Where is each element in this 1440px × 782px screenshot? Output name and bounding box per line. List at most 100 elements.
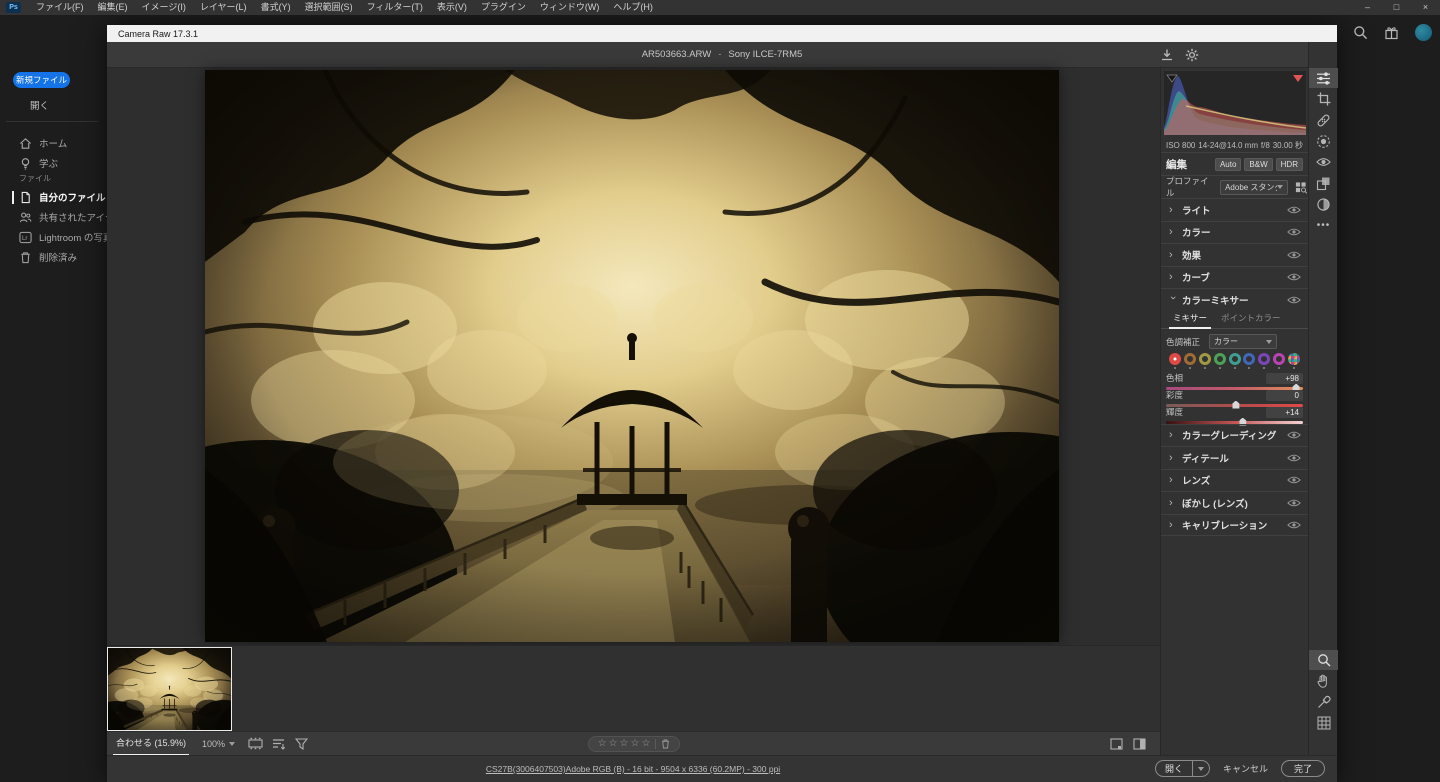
panel-section-lens[interactable]: › レンズ: [1161, 469, 1308, 492]
menu-select[interactable]: 選択範囲(S): [298, 0, 360, 15]
star-icon[interactable]: ☆: [641, 737, 650, 751]
profile-browser-icon[interactable]: [1295, 181, 1308, 194]
menu-filter[interactable]: フィルター(T): [360, 0, 430, 15]
tool-masking[interactable]: [1309, 131, 1338, 151]
visibility-eye-icon[interactable]: [1287, 498, 1301, 507]
cancel-button[interactable]: キャンセル: [1223, 762, 1268, 775]
preview-mode-icon[interactable]: [1110, 738, 1123, 750]
panel-section-light[interactable]: › ライト: [1161, 198, 1308, 221]
tool-more-options[interactable]: •••: [1309, 215, 1338, 235]
tool-snapshots[interactable]: [1309, 194, 1338, 214]
star-icon[interactable]: ☆: [609, 737, 618, 751]
mixer-swatch-magenta[interactable]: [1273, 353, 1285, 365]
visibility-eye-icon[interactable]: [1287, 520, 1301, 529]
saturation-value[interactable]: 0: [1266, 390, 1303, 401]
sidebar-item-shared[interactable]: 共有されたアイテム: [0, 207, 106, 227]
window-maximize-button[interactable]: □: [1382, 0, 1411, 15]
sidebar-item-my-files[interactable]: 自分のファイル: [0, 187, 106, 207]
sort-order-icon[interactable]: [272, 738, 286, 750]
menu-file[interactable]: ファイル(F): [29, 0, 91, 15]
workflow-settings-link[interactable]: CS27B(3006407503)Adobe RGB (B) - 16 bit …: [486, 764, 780, 774]
hdr-button[interactable]: HDR: [1276, 158, 1303, 171]
menu-type[interactable]: 書式(Y): [254, 0, 298, 15]
mixer-swatch-blue[interactable]: [1243, 353, 1255, 365]
done-button[interactable]: 完了: [1281, 760, 1325, 777]
tool-zoom[interactable]: [1309, 650, 1338, 670]
star-icon[interactable]: ☆: [598, 737, 607, 751]
visibility-eye-icon[interactable]: [1287, 295, 1301, 304]
photo-canvas[interactable]: [205, 70, 1059, 642]
search-icon[interactable]: [1353, 25, 1368, 40]
visibility-eye-icon[interactable]: [1287, 273, 1301, 282]
user-avatar[interactable]: [1415, 24, 1432, 41]
filter-icon[interactable]: [295, 738, 308, 750]
window-minimize-button[interactable]: –: [1353, 0, 1382, 15]
menu-plugins[interactable]: プラグイン: [474, 0, 533, 15]
new-file-button[interactable]: 新規ファイル: [13, 72, 70, 88]
mixer-swatch-aqua[interactable]: [1229, 353, 1241, 365]
tool-hand[interactable]: [1309, 671, 1338, 691]
sidebar-item-deleted[interactable]: 削除済み: [0, 247, 106, 267]
sidebar-item-learn[interactable]: 学ぶ: [0, 153, 106, 173]
star-icon[interactable]: ☆: [620, 737, 629, 751]
filmstrip-thumbnail-selected[interactable]: [107, 647, 232, 731]
zoom-level-dropdown[interactable]: 100%: [199, 739, 238, 749]
filmstrip-toggle-icon[interactable]: [248, 737, 263, 750]
visibility-eye-icon[interactable]: [1287, 228, 1301, 237]
panel-section-detail[interactable]: › ディテール: [1161, 446, 1308, 469]
fit-zoom-button[interactable]: 合わせる (15.9%): [113, 732, 189, 756]
before-after-view-icon[interactable]: [1133, 738, 1146, 750]
mixer-swatch-point-color[interactable]: [1288, 353, 1300, 365]
menu-image[interactable]: イメージ(I): [135, 0, 193, 15]
tab-mixer[interactable]: ミキサー: [1173, 312, 1207, 328]
menu-view[interactable]: 表示(V): [430, 0, 474, 15]
mixer-swatch-orange[interactable]: [1184, 353, 1196, 365]
visibility-eye-icon[interactable]: [1287, 453, 1301, 462]
histogram[interactable]: [1161, 68, 1308, 138]
tool-presets[interactable]: [1309, 173, 1338, 193]
tool-crop[interactable]: [1309, 89, 1338, 109]
visibility-eye-icon[interactable]: [1287, 250, 1301, 259]
visibility-eye-icon[interactable]: [1287, 431, 1301, 440]
star-icon[interactable]: ☆: [630, 737, 639, 751]
window-close-button[interactable]: ×: [1411, 0, 1440, 15]
adjust-dropdown[interactable]: カラー: [1209, 334, 1277, 349]
auto-button[interactable]: Auto: [1215, 158, 1241, 171]
dialog-titlebar[interactable]: Camera Raw 17.3.1: [107, 25, 1337, 42]
preferences-gear-icon[interactable]: [1185, 48, 1199, 62]
sidebar-item-lightroom[interactable]: Lr Lightroom の写真: [0, 227, 106, 247]
hue-value[interactable]: +98: [1266, 373, 1303, 384]
tool-red-eye[interactable]: [1309, 152, 1338, 172]
tool-healing[interactable]: [1309, 110, 1338, 130]
panel-section-curve[interactable]: › カーブ: [1161, 266, 1308, 289]
bw-button[interactable]: B&W: [1244, 158, 1272, 171]
panel-section-color[interactable]: › カラー: [1161, 221, 1308, 244]
mixer-swatch-red[interactable]: [1169, 353, 1181, 365]
tool-grid-overlay[interactable]: [1309, 713, 1338, 733]
open-button[interactable]: 開く: [30, 98, 49, 112]
tool-white-balance[interactable]: [1309, 692, 1338, 712]
open-options-chevron[interactable]: [1193, 767, 1209, 771]
sidebar-item-home[interactable]: ホーム: [0, 133, 106, 153]
panel-section-color-mixer[interactable]: › カラーミキサー: [1161, 288, 1308, 311]
open-image-button[interactable]: 開く: [1156, 762, 1192, 775]
panel-section-calibration[interactable]: › キャリブレーション: [1161, 514, 1308, 537]
mixer-swatch-purple[interactable]: [1258, 353, 1270, 365]
menu-help[interactable]: ヘルプ(H): [606, 0, 660, 15]
save-image-icon[interactable]: [1160, 48, 1174, 62]
open-image-split-button[interactable]: 開く: [1155, 760, 1210, 777]
visibility-eye-icon[interactable]: [1287, 476, 1301, 485]
mixer-swatch-yellow[interactable]: [1199, 353, 1211, 365]
luminance-value[interactable]: +14: [1266, 407, 1303, 418]
whats-new-gift-icon[interactable]: [1384, 25, 1399, 40]
panel-section-lens-blur[interactable]: › ぼかし (レンズ): [1161, 491, 1308, 514]
tab-point-color[interactable]: ポイントカラー: [1221, 312, 1281, 328]
reject-trash-icon[interactable]: [661, 739, 670, 749]
panel-section-color-grading[interactable]: › カラーグレーディング: [1161, 424, 1308, 447]
mixer-swatch-green[interactable]: [1214, 353, 1226, 365]
visibility-eye-icon[interactable]: [1287, 205, 1301, 214]
menu-window[interactable]: ウィンドウ(W): [533, 0, 607, 15]
tool-edit[interactable]: [1309, 68, 1338, 88]
panel-section-effects[interactable]: › 効果: [1161, 243, 1308, 266]
menu-layer[interactable]: レイヤー(L): [193, 0, 254, 15]
